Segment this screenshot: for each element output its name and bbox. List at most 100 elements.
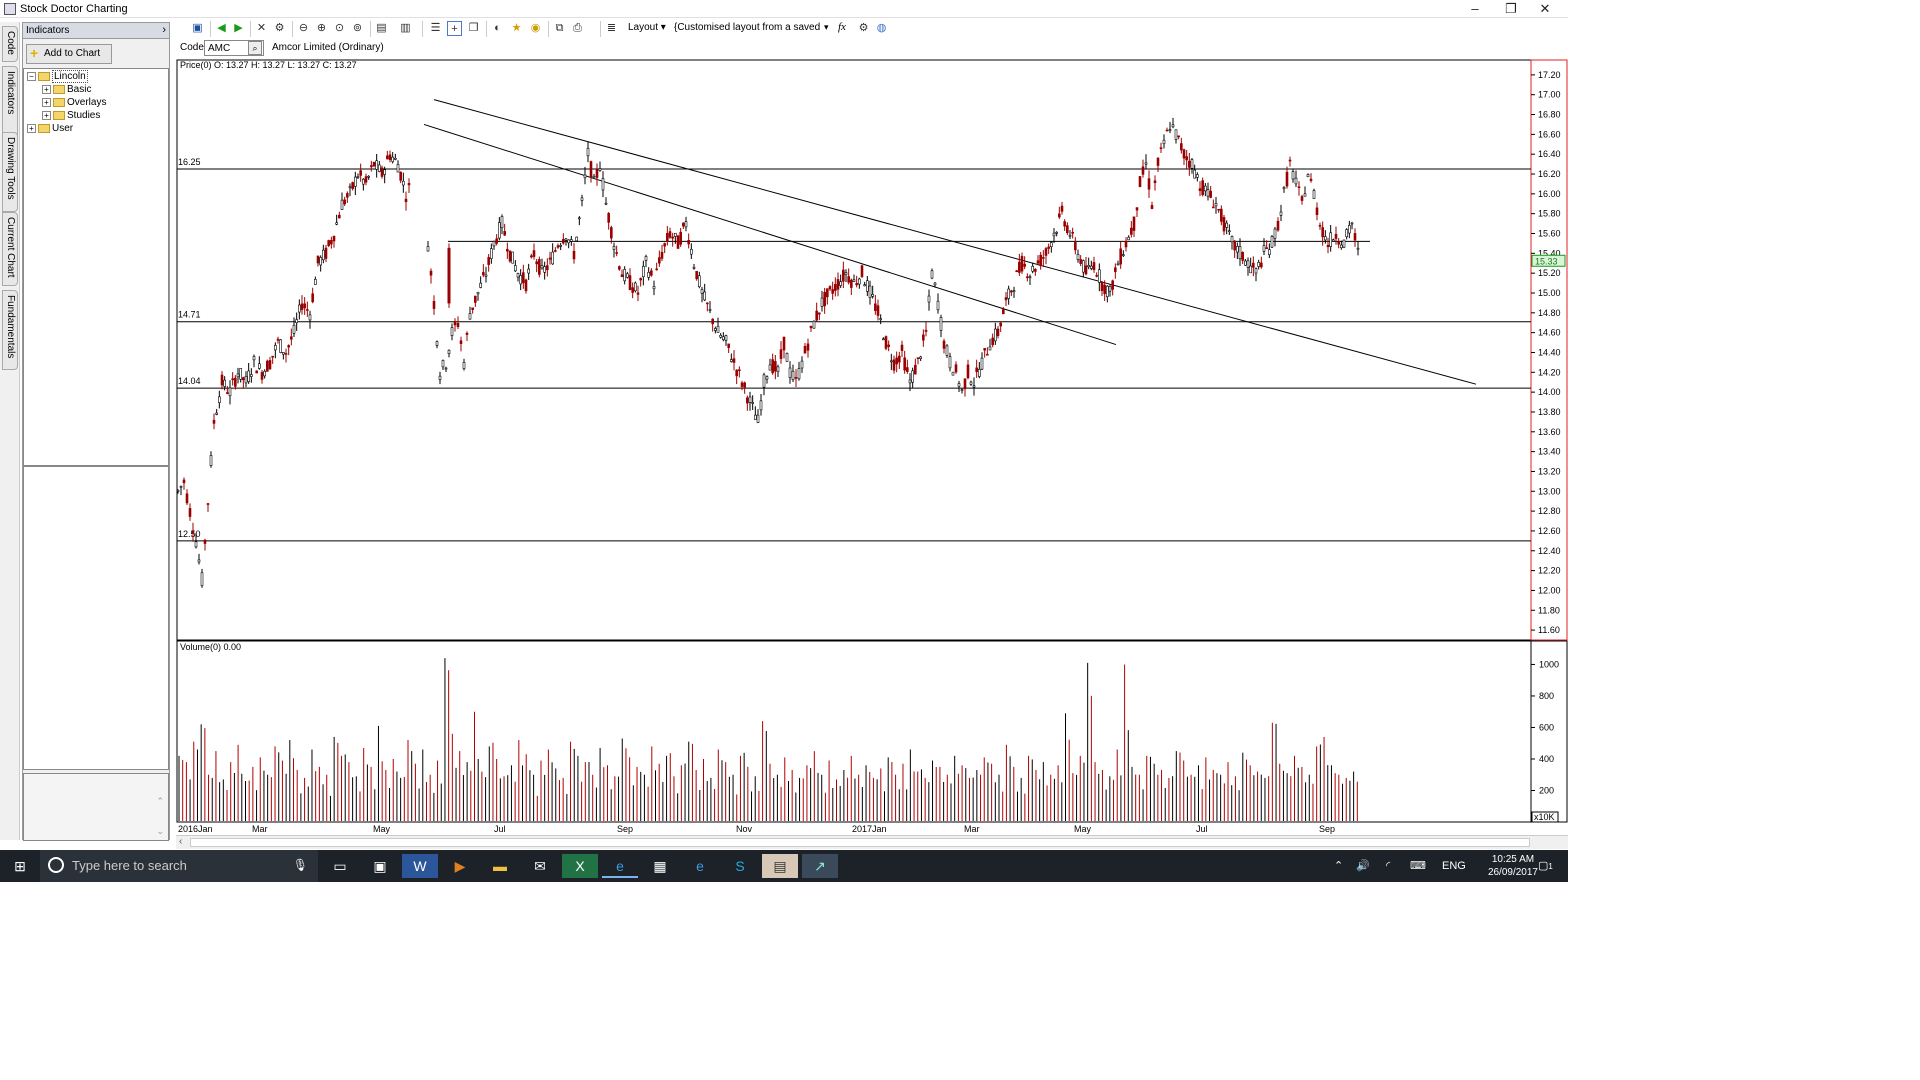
print-icon[interactable]: ⎙ <box>570 21 585 36</box>
tree-node-overlays[interactable]: + Overlays <box>42 97 106 110</box>
zoom-fit-icon[interactable]: ⊙ <box>332 21 347 36</box>
internet-explorer-icon[interactable]: e <box>602 854 638 878</box>
tab-fundamentals[interactable]: Fundamentals <box>2 290 18 370</box>
add-to-chart-button[interactable]: + Add to Chart <box>26 44 112 64</box>
word-icon[interactable]: W <box>402 854 438 878</box>
language-indicator[interactable]: ENG <box>1442 850 1466 882</box>
tree-node-lincoln[interactable]: − Lincoln <box>27 70 88 84</box>
chart-type-icon[interactable]: ▤ <box>374 21 389 36</box>
edge-icon[interactable]: e <box>682 854 718 878</box>
crosshair-icon[interactable]: + <box>447 21 462 36</box>
window-icon[interactable]: ❐ <box>466 21 481 36</box>
scroll-up-icon[interactable]: ⌃ <box>156 796 164 807</box>
layout-menu[interactable]: Layout ▾ <box>628 22 666 33</box>
calculator-icon[interactable]: ▦ <box>642 854 678 878</box>
tree-node-user[interactable]: + User <box>27 123 73 136</box>
chevron-right-icon[interactable]: › <box>162 24 166 36</box>
taskbar-search[interactable]: Type here to search 🎙 <box>40 850 318 882</box>
tab-current-chart[interactable]: Current Chart <box>2 212 18 286</box>
expand-icon[interactable]: + <box>42 111 51 120</box>
layout-dropdown-icon[interactable]: ▾ <box>824 22 829 33</box>
candle-body <box>370 165 373 168</box>
stock-doctor-icon[interactable]: ↗ <box>802 854 838 878</box>
candle-body <box>1300 196 1304 201</box>
expand-icon[interactable]: + <box>27 124 36 133</box>
show-hidden-icons-icon[interactable]: ⌃ <box>1334 850 1343 882</box>
properties-icon[interactable]: ⚙ <box>272 21 287 36</box>
candle-body <box>498 222 501 239</box>
candle-body <box>732 358 736 363</box>
save-icon[interactable]: ▣ <box>190 21 205 36</box>
candle-body <box>185 493 189 504</box>
price-volume-chart[interactable]: Price(0) O: 13.27 H: 13.27 L: 13.27 C: 1… <box>176 58 1568 835</box>
forward-icon[interactable]: ▶ <box>231 21 246 36</box>
candle-body <box>1334 233 1338 239</box>
store-icon[interactable]: ▣ <box>362 854 398 878</box>
task-view-icon[interactable]: ▭ <box>322 854 358 878</box>
candle-body <box>255 370 258 374</box>
candle-body <box>948 356 952 369</box>
keyboard-icon[interactable]: ⌨ <box>1410 850 1426 882</box>
network-icon[interactable]: ◜ <box>1386 850 1390 882</box>
candle-body <box>203 539 207 544</box>
layout-select[interactable]: {Customised layout from a saved <box>674 22 834 33</box>
period-icon[interactable]: ▥ <box>398 21 413 36</box>
tree-node-studies[interactable]: + Studies <box>42 110 100 123</box>
layout-grid-icon[interactable]: ☰ <box>428 21 443 36</box>
system-clock[interactable]: 10:25 AM 26/09/2017 <box>1488 853 1538 879</box>
scroll-left-icon[interactable]: ‹ <box>179 836 182 847</box>
coin-icon[interactable]: ◉ <box>528 21 543 36</box>
chart-scrollbar[interactable]: ‹ <box>176 835 1568 849</box>
list-icon[interactable]: ≣ <box>604 21 619 36</box>
candle-body <box>335 222 338 225</box>
file-explorer-icon[interactable]: ▬ <box>482 854 518 878</box>
windows-start-icon[interactable]: ⊞ <box>2 854 38 878</box>
candle-body <box>1147 178 1151 190</box>
close-button[interactable]: ✕ <box>1522 0 1568 18</box>
scroll-down-icon[interactable]: ⌄ <box>156 826 164 837</box>
candle-body <box>823 291 826 307</box>
tree-node-basic[interactable]: + Basic <box>42 84 91 97</box>
candle-body <box>1196 174 1199 178</box>
candle-body <box>589 161 593 178</box>
tab-drawing-tools[interactable]: Drawing Tools <box>2 132 18 212</box>
delete-icon[interactable]: ✕ <box>254 21 269 36</box>
tab-code[interactable]: Code <box>2 26 18 62</box>
settings-icon[interactable]: ⚙ <box>856 21 871 36</box>
candle-body <box>1159 147 1163 149</box>
zoom-in-icon[interactable]: ⊕ <box>314 21 329 36</box>
candle-body <box>367 175 370 178</box>
expand-icon[interactable]: + <box>42 98 51 107</box>
price-tick-label: 12.80 <box>1538 506 1561 516</box>
candle-body <box>223 379 226 387</box>
collapse-icon[interactable]: − <box>27 72 36 81</box>
volume-icon[interactable]: 🔊 <box>1356 850 1370 882</box>
candle-body <box>562 239 565 244</box>
favourite-star-icon[interactable]: ★ <box>509 21 524 36</box>
microphone-icon[interactable]: 🎙 <box>293 858 308 872</box>
copy-icon[interactable]: ⧉ <box>552 21 567 36</box>
back-icon[interactable]: ◀ <box>214 21 229 36</box>
candle-body <box>319 257 322 266</box>
formula-button[interactable]: fx <box>838 21 846 33</box>
media-player-icon[interactable]: ▶ <box>442 854 478 878</box>
help-icon[interactable]: ◍ <box>874 21 889 36</box>
candle-body <box>960 389 964 391</box>
zoom-out-icon[interactable]: ⊖ <box>296 21 311 36</box>
mail-icon[interactable]: ✉ <box>522 854 558 878</box>
palette-icon[interactable]: ◐ <box>490 21 505 36</box>
excel-icon[interactable]: X <box>562 854 598 878</box>
chart-area[interactable]: Price(0) O: 13.27 H: 13.27 L: 13.27 C: 1… <box>176 58 1568 835</box>
candle-body <box>343 199 346 205</box>
app-icon[interactable]: ▤ <box>762 854 798 878</box>
candle-body <box>785 353 789 362</box>
zoom-reset-icon[interactable]: ⊚ <box>350 21 365 36</box>
scroll-thumb[interactable] <box>190 838 1530 847</box>
notification-icon[interactable]: ▢1 <box>1538 850 1553 883</box>
skype-icon[interactable]: S <box>722 854 758 878</box>
candle-body <box>1020 256 1024 272</box>
expand-icon[interactable]: + <box>42 85 51 94</box>
price-tick-label: 13.20 <box>1538 466 1561 476</box>
candle-body <box>839 281 842 286</box>
search-icon[interactable]: ⌕ <box>248 41 262 55</box>
